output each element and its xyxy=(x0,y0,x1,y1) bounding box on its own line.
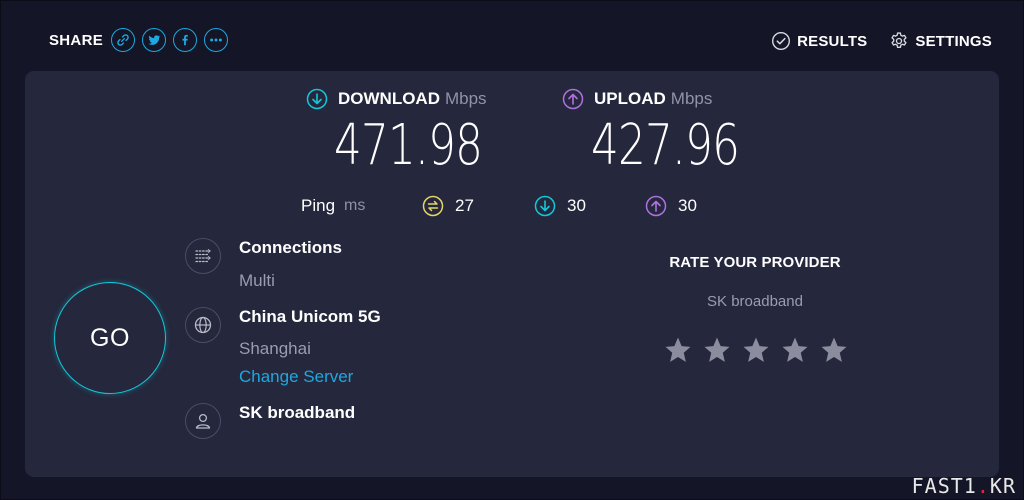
connections-title: Connections xyxy=(239,238,342,257)
globe-icon xyxy=(185,307,221,343)
ping-download-value: 30 xyxy=(567,196,586,215)
link-icon xyxy=(117,34,129,46)
share-more-button[interactable] xyxy=(204,28,229,52)
upload-speed-value: 427.96 xyxy=(591,113,740,178)
user-icon xyxy=(185,403,221,439)
check-circle-icon xyxy=(772,31,791,51)
change-server-link[interactable]: Change Server xyxy=(239,367,353,387)
share-link-button[interactable] xyxy=(111,28,136,52)
rate-provider-title: RATE YOUR PROVIDER xyxy=(669,254,841,271)
settings-link[interactable]: SETTINGS xyxy=(889,31,992,51)
more-icon xyxy=(210,38,222,42)
server-name: China Unicom 5G xyxy=(239,307,381,326)
go-label: GO xyxy=(90,323,130,352)
upload-label: UPLOAD xyxy=(594,89,666,108)
star-icon-1[interactable] xyxy=(663,335,693,365)
ping-idle: 27 xyxy=(422,194,474,218)
gear-icon xyxy=(891,32,907,48)
share-facebook-button[interactable] xyxy=(173,28,198,52)
connections-value: Multi xyxy=(239,271,275,290)
ping-label: Ping xyxy=(301,196,336,215)
settings-label: SETTINGS xyxy=(915,32,992,50)
ping-upload: 30 xyxy=(645,194,697,218)
share-bar: SHARE xyxy=(49,25,235,55)
star-rating xyxy=(663,335,858,365)
download-label: DOWNLOAD xyxy=(338,89,440,108)
download-arrow-icon xyxy=(306,88,328,110)
download-ping-icon xyxy=(534,195,556,217)
ping-idle-value: 27 xyxy=(455,196,474,215)
ping-download: 30 xyxy=(534,194,586,218)
top-nav: RESULTS SETTINGS xyxy=(771,27,992,55)
share-label: SHARE xyxy=(49,31,104,49)
results-label: RESULTS xyxy=(797,32,868,50)
rate-provider-name: SK broadband xyxy=(707,293,803,310)
upload-header: UPLOAD Mbps xyxy=(562,87,712,111)
go-button[interactable]: GO xyxy=(54,282,166,394)
share-twitter-button[interactable] xyxy=(142,28,167,52)
watermark-left: FAST1 xyxy=(911,474,977,498)
upload-ping-icon xyxy=(645,195,667,217)
watermark-right: KR xyxy=(989,474,1016,498)
provider-name: SK broadband xyxy=(239,403,356,422)
download-speed-value: 471.98 xyxy=(334,113,483,178)
star-icon-5[interactable] xyxy=(819,335,849,365)
download-unit: Mbps xyxy=(444,89,487,108)
ping-row: Ping ms xyxy=(301,194,365,218)
ping-unit: ms xyxy=(344,197,366,214)
star-icon-2[interactable] xyxy=(702,335,732,365)
watermark-dot: . xyxy=(976,474,990,498)
download-header: DOWNLOAD Mbps xyxy=(306,87,487,111)
result-card: DOWNLOAD Mbps 471.98 UPLOAD Mbps 427.96 … xyxy=(25,71,999,477)
twitter-icon xyxy=(148,35,161,45)
results-link[interactable]: RESULTS xyxy=(771,31,867,51)
upload-arrow-icon xyxy=(562,88,584,110)
upload-unit: Mbps xyxy=(670,89,713,108)
server-location: Shanghai xyxy=(239,339,311,358)
star-icon-4[interactable] xyxy=(780,335,810,365)
idle-ping-icon xyxy=(422,195,444,217)
connections-icon xyxy=(185,238,221,274)
ping-upload-value: 30 xyxy=(678,196,697,215)
star-icon-3[interactable] xyxy=(741,335,771,365)
watermark: FAST1.KR xyxy=(912,474,1016,498)
facebook-icon xyxy=(182,34,188,46)
